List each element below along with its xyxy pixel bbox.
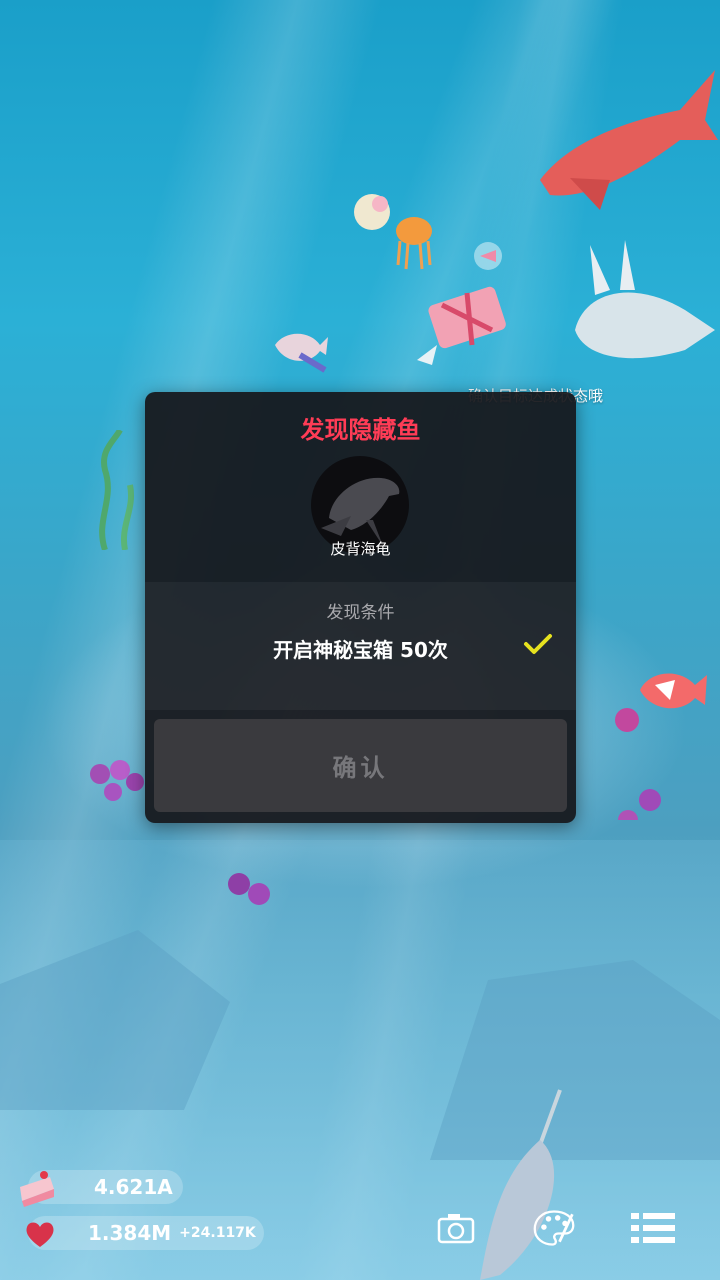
white-creature [575,240,715,359]
condition-label: 发现条件 [326,603,395,623]
cake-value: 4.621A [94,1175,173,1199]
balloons [90,760,144,801]
checkmark-icon [524,634,552,654]
cake-icon [20,1171,54,1207]
jellyfish [396,217,432,270]
camera-icon [437,1214,475,1244]
heart-counter: 1.384M +24.117K [16,1215,256,1251]
whale-fish [540,70,718,210]
confirm-button[interactable]: 确认 [154,719,567,812]
hidden-fish-dialog: 发现隐藏鱼 皮背海龟 发现条件 开启神秘宝箱 50次 确认 [145,392,576,823]
list-menu-icon [631,1213,675,1243]
heart-icon [26,1222,54,1247]
narwhal [480,1089,562,1280]
dialog-title: 发现隐藏鱼 [300,416,421,444]
cake-counter: 4.621A [16,1169,173,1207]
small-fish [354,194,390,230]
heart-value: 1.384M [88,1221,172,1245]
heart-rate: +24.117K [179,1225,256,1241]
fish-name: 皮背海龟 [330,540,391,558]
small-fish [275,333,328,373]
small-fish [474,242,502,270]
gift-box-fish [417,286,506,365]
menu-button[interactable] [628,1206,678,1250]
balloons [615,708,661,820]
condition-text: 开启神秘宝箱 50次 [273,638,448,662]
camera-button[interactable] [434,1206,478,1250]
seaweed [99,430,134,550]
palette-icon [533,1210,575,1246]
balloons [228,873,270,905]
palette-button[interactable] [532,1206,576,1250]
